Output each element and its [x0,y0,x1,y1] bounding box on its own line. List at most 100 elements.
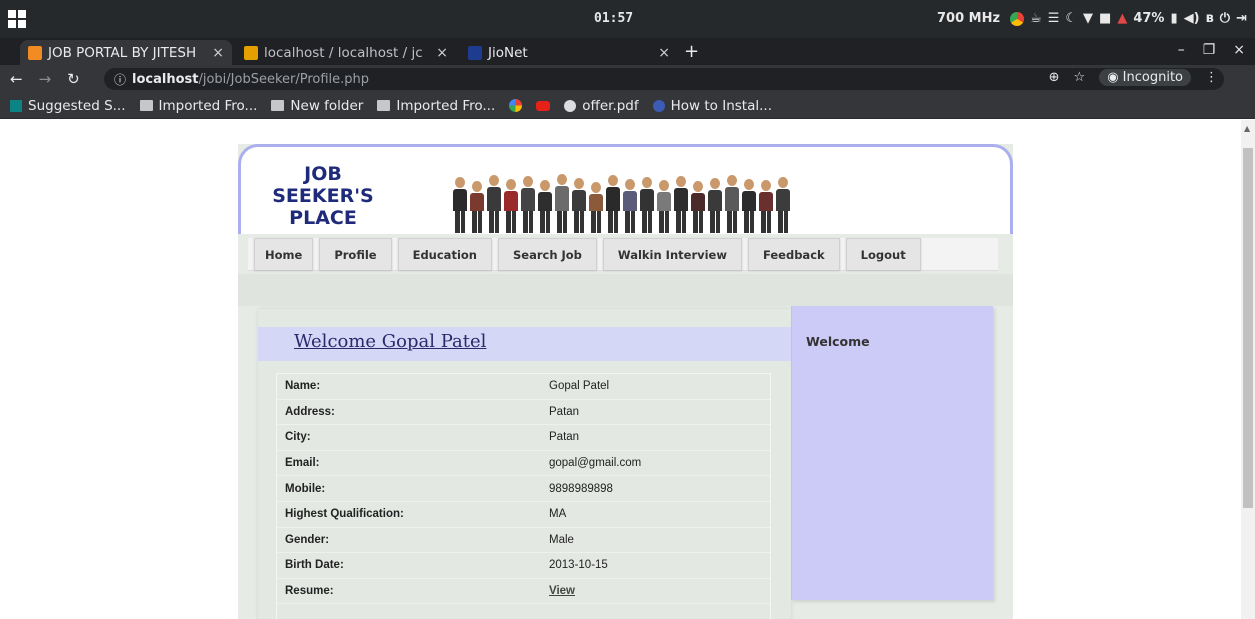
menu-logout[interactable]: Logout [845,238,921,270]
menu-search-job[interactable]: Search Job [497,238,597,270]
person-figure [691,181,705,233]
site-container: JOB SEEKER'S PLACE Home Profile Educatio… [238,144,1013,619]
tab-label: JioNet [488,44,528,61]
menu-home[interactable]: Home [254,238,314,270]
profile-row: Address: Patan [277,400,770,426]
zoom-icon[interactable]: ⊕ [1049,70,1060,85]
browser-menu-icon[interactable]: ⋮ [1205,70,1218,85]
forward-icon[interactable]: → [39,70,52,88]
folder-icon [139,100,153,111]
vertical-scrollbar[interactable]: ▲ [1241,120,1255,619]
browser-toolbar: ← → ↻ ⓘ localhost/jobi/JobSeeker/Profile… [0,65,1255,93]
close-tab-icon[interactable]: × [212,45,224,61]
restore-icon[interactable]: ❐ [1203,42,1216,58]
bookmark-imported-1[interactable]: Imported Fro... [139,98,257,114]
bookmark-star-icon[interactable]: ☆ [1074,70,1086,85]
bookmark-label: offer.pdf [582,97,639,114]
nav-buttons: ← → ↻ [10,70,80,88]
new-tab-icon[interactable]: + [684,41,699,62]
system-tray: 700 MHz ☕ ☰ ☾ ▼ ■ ▲ 47% ▮ ◀) ʙ ⏻ ⇥ [937,11,1247,26]
person-figure [708,178,722,233]
page-viewport: JOB SEEKER'S PLACE Home Profile Educatio… [0,120,1241,619]
header-strip [238,274,1013,306]
power-icon[interactable]: ⏻ [1220,11,1230,26]
scroll-up-icon[interactable]: ▲ [1244,124,1250,133]
resume-view-link[interactable]: View [549,585,575,597]
back-icon[interactable]: ← [10,70,23,88]
person-figure [504,179,518,233]
folder-icon [377,100,391,111]
profile-row: Gender: Male [277,528,770,554]
tab-localhost[interactable]: localhost / localhost / jc × [236,40,456,65]
bookmark-how-to-install[interactable]: How to Instal... [652,97,772,114]
site-logo[interactable]: JOB SEEKER'S PLACE [263,163,383,229]
person-figure [674,176,688,233]
bookmark-label: How to Instal... [670,97,772,114]
person-figure [759,180,773,233]
bookmark-suggested[interactable]: Suggested S... [10,98,126,114]
youtube-icon [536,100,551,111]
person-figure [623,179,637,233]
address-bar[interactable]: ⓘ localhost/jobi/JobSeeker/Profile.php ⊕… [104,68,1224,90]
profile-field-label: Email: [285,457,320,470]
tab-label: localhost / localhost / jc [264,44,423,61]
incognito-badge[interactable]: ◉ Incognito [1099,69,1191,86]
menu-walkin-interview[interactable]: Walkin Interview [602,238,742,270]
person-figure [657,180,671,233]
close-tab-icon[interactable]: × [658,45,670,61]
notification-icon[interactable]: ▲ [1117,11,1127,26]
folder-tray-icon[interactable]: ■ [1099,11,1111,26]
site-info-icon[interactable]: ⓘ [114,71,126,88]
profile-field-value: Male [549,533,574,546]
chrome-icon[interactable] [1010,11,1025,26]
person-figure [555,174,569,233]
globe-icon [564,99,577,112]
welcome-heading[interactable]: Welcome Gopal Patel [294,331,486,352]
bookmark-new-folder[interactable]: New folder [271,98,363,114]
profile-field-label: Address: [285,405,335,418]
person-figure [725,175,739,233]
close-window-icon[interactable]: × [1233,42,1245,58]
folder-icon [271,100,285,111]
minimize-icon[interactable]: – [1178,42,1185,58]
tab-label: JOB PORTAL BY JITESH [48,44,197,61]
menu-education[interactable]: Education [397,238,492,270]
app-grid-icon[interactable] [8,10,26,28]
battery-icon: ▮ [1170,11,1178,26]
bookmark-label: New folder [290,97,364,114]
coffee-icon[interactable]: ☕ [1030,11,1042,26]
profile-field-label: Gender: [285,533,330,546]
profile-field-label: Resume: [285,585,334,598]
menu-icon[interactable]: ☰ [1048,11,1060,26]
site-header: JOB SEEKER'S PLACE [238,144,1013,234]
bookmark-imported-2[interactable]: Imported Fro... [377,98,495,114]
clock[interactable]: 01:57 [594,11,633,26]
profile-row: City: Patan [277,425,770,451]
job-portal-favicon-icon [28,45,42,60]
menu-feedback[interactable]: Feedback [747,238,840,270]
battery-level[interactable]: 47% [1133,11,1164,26]
profile-row: Birth Date: 2013-10-15 [277,553,770,579]
bluetooth-icon[interactable]: ʙ [1206,11,1214,26]
bookmark-offer-pdf[interactable]: offer.pdf [564,97,639,114]
close-tab-icon[interactable]: × [436,45,448,61]
night-mode-icon[interactable]: ☾ [1065,11,1077,26]
profile-field-value: 9898989898 [549,482,613,495]
logout-tray-icon[interactable]: ⇥ [1236,11,1247,26]
scrollbar-thumb[interactable] [1243,148,1253,508]
profile-field-label: City: [285,431,311,444]
reload-icon[interactable]: ↻ [67,70,80,88]
header-people-image [453,159,790,233]
profile-row: Resume: View [277,579,770,605]
os-top-bar: 01:57 700 MHz ☕ ☰ ☾ ▼ ■ ▲ 47% ▮ ◀) ʙ ⏻ ⇥ [0,0,1255,38]
bookmark-youtube[interactable] [536,100,551,111]
person-figure [640,177,654,233]
cpu-frequency: 700 MHz [937,11,1001,26]
tab-jionet[interactable]: JioNet × [460,40,678,65]
bookmark-google[interactable] [509,99,523,112]
volume-icon[interactable]: ◀) [1184,11,1200,26]
menu-profile[interactable]: Profile [319,238,392,270]
wifi-icon[interactable]: ▼ [1083,11,1093,26]
tab-job-portal[interactable]: JOB PORTAL BY JITESH × [20,40,232,65]
profile-field-label: Name: [285,380,321,393]
